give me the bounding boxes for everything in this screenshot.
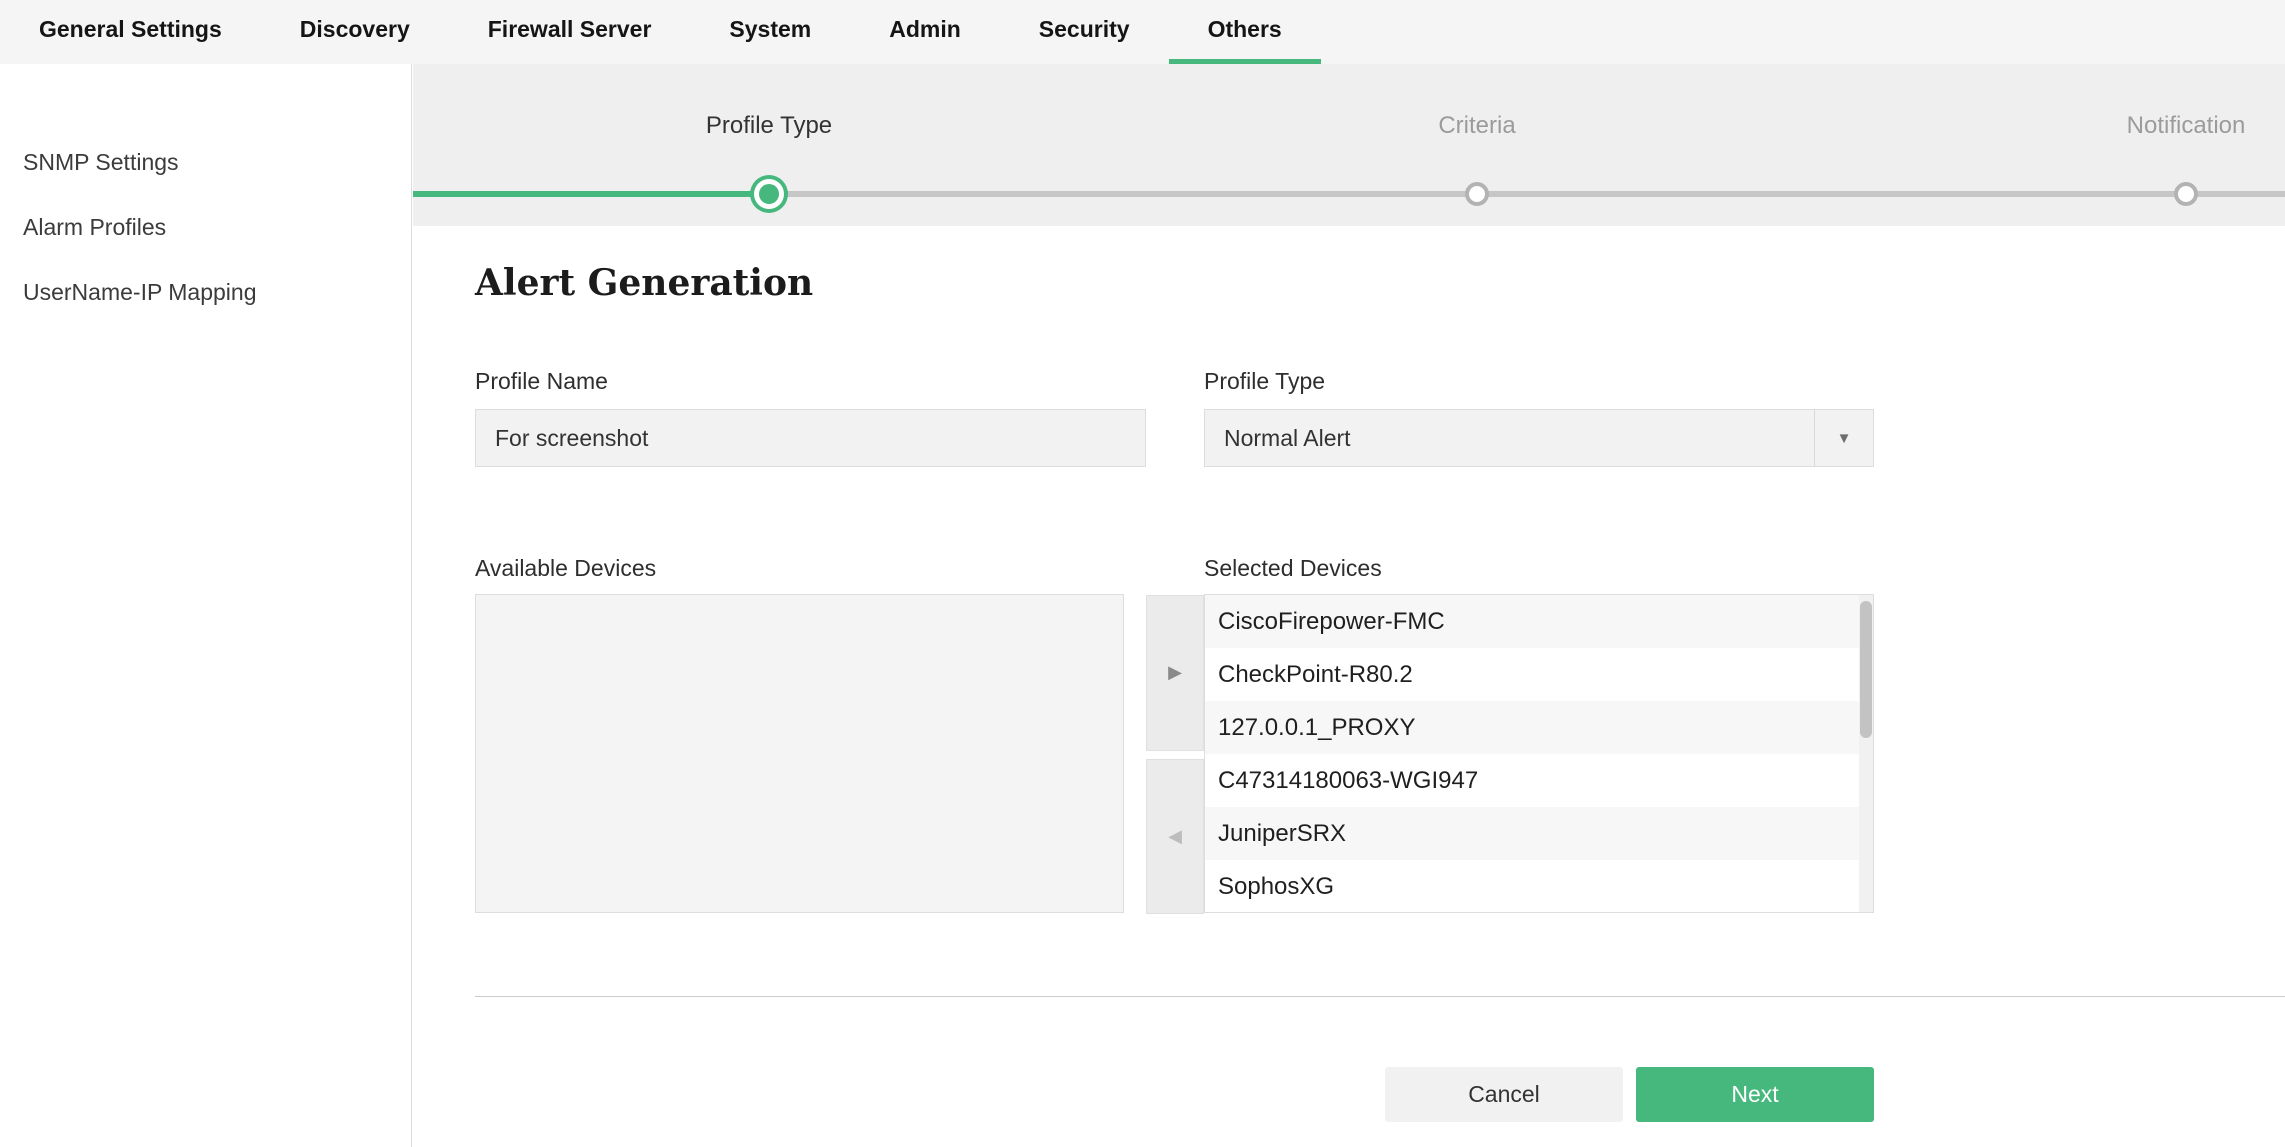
tab-label: System xyxy=(729,16,811,43)
tab-system[interactable]: System xyxy=(690,0,850,64)
profile-name-label: Profile Name xyxy=(475,368,1146,395)
step-dot-profile-type-icon xyxy=(759,184,779,204)
tab-label: General Settings xyxy=(39,16,222,43)
profile-type-selected-value: Normal Alert xyxy=(1205,410,1814,466)
tab-label: Discovery xyxy=(300,16,410,43)
move-left-icon: ◀ xyxy=(1168,826,1182,847)
tab-admin[interactable]: Admin xyxy=(850,0,1000,64)
selected-devices-listbox[interactable]: CiscoFirepower-FMC CheckPoint-R80.2 127.… xyxy=(1204,594,1874,913)
available-devices-label: Available Devices xyxy=(475,555,1124,582)
device-picker-row: Available Devices ▶ ◀ Selected Devices C… xyxy=(475,555,2223,914)
section-divider xyxy=(475,996,2285,997)
step-label-notification: Notification xyxy=(2127,112,2246,140)
move-right-button[interactable]: ▶ xyxy=(1146,595,1204,751)
step-label-profile-type: Profile Type xyxy=(706,112,832,140)
tab-label: Firewall Server xyxy=(488,16,652,43)
list-item[interactable]: JuniperSRX xyxy=(1205,807,1873,860)
selected-devices-group: Selected Devices CiscoFirepower-FMC Chec… xyxy=(1204,555,1874,914)
tab-security[interactable]: Security xyxy=(1000,0,1169,64)
sidebar-item-alarm-profiles[interactable]: Alarm Profiles xyxy=(0,195,411,260)
available-devices-group: Available Devices xyxy=(475,555,1124,914)
sidebar: SNMP Settings Alarm Profiles UserName-IP… xyxy=(0,64,412,1147)
scrollbar-track[interactable] xyxy=(1859,595,1873,912)
next-button[interactable]: Next xyxy=(1636,1067,1874,1122)
step-dot-notification-icon xyxy=(2174,182,2198,206)
form-content: Alert Generation Profile Name Profile Ty… xyxy=(413,226,2285,1147)
list-item[interactable]: 127.0.0.1_PROXY xyxy=(1205,701,1873,754)
sidebar-item-username-ip-mapping[interactable]: UserName-IP Mapping xyxy=(0,260,411,325)
scrollbar-thumb[interactable] xyxy=(1860,601,1872,738)
step-dot-criteria-icon xyxy=(1465,182,1489,206)
tab-discovery[interactable]: Discovery xyxy=(261,0,449,64)
main-panel: Profile Type Criteria Notification Alert… xyxy=(413,64,2285,1147)
profile-name-field-group: Profile Name xyxy=(475,368,1146,467)
list-item[interactable]: SophosXG xyxy=(1205,860,1873,913)
available-devices-listbox[interactable] xyxy=(475,594,1124,913)
stepper-progress xyxy=(413,191,769,197)
tab-general-settings[interactable]: General Settings xyxy=(23,0,261,64)
profile-type-label: Profile Type xyxy=(1204,368,1874,395)
action-buttons-row: Cancel Next xyxy=(475,1067,1874,1122)
move-left-button[interactable]: ◀ xyxy=(1146,759,1204,915)
app-window: General Settings Discovery Firewall Serv… xyxy=(0,0,2285,1147)
transfer-controls: ▶ ◀ xyxy=(1146,595,1204,914)
step-label-criteria: Criteria xyxy=(1438,112,1515,140)
page-title: Alert Generation xyxy=(475,262,2223,304)
wizard-stepper: Profile Type Criteria Notification xyxy=(413,64,2285,226)
profile-name-input[interactable] xyxy=(475,409,1146,467)
tab-label: Others xyxy=(1208,16,1282,43)
list-item[interactable]: C47314180063-WGI947 xyxy=(1205,754,1873,807)
move-right-icon: ▶ xyxy=(1168,662,1182,683)
top-tab-bar: General Settings Discovery Firewall Serv… xyxy=(0,0,2285,64)
list-item[interactable]: CiscoFirepower-FMC xyxy=(1205,595,1873,648)
list-item[interactable]: CheckPoint-R80.2 xyxy=(1205,648,1873,701)
cancel-button[interactable]: Cancel xyxy=(1385,1067,1623,1122)
tab-others[interactable]: Others xyxy=(1169,0,1321,64)
tab-label: Admin xyxy=(889,16,961,43)
tab-firewall-server[interactable]: Firewall Server xyxy=(449,0,691,64)
sidebar-item-snmp-settings[interactable]: SNMP Settings xyxy=(0,130,411,195)
profile-type-field-group: Profile Type Normal Alert ▼ xyxy=(1204,368,1874,467)
selected-devices-label: Selected Devices xyxy=(1204,555,1874,582)
profile-type-dropdown[interactable]: Normal Alert ▼ xyxy=(1204,409,1874,467)
profile-fields-row: Profile Name Profile Type Normal Alert ▼ xyxy=(475,368,2223,467)
chevron-down-icon: ▼ xyxy=(1814,410,1873,466)
tab-label: Security xyxy=(1039,16,1130,43)
